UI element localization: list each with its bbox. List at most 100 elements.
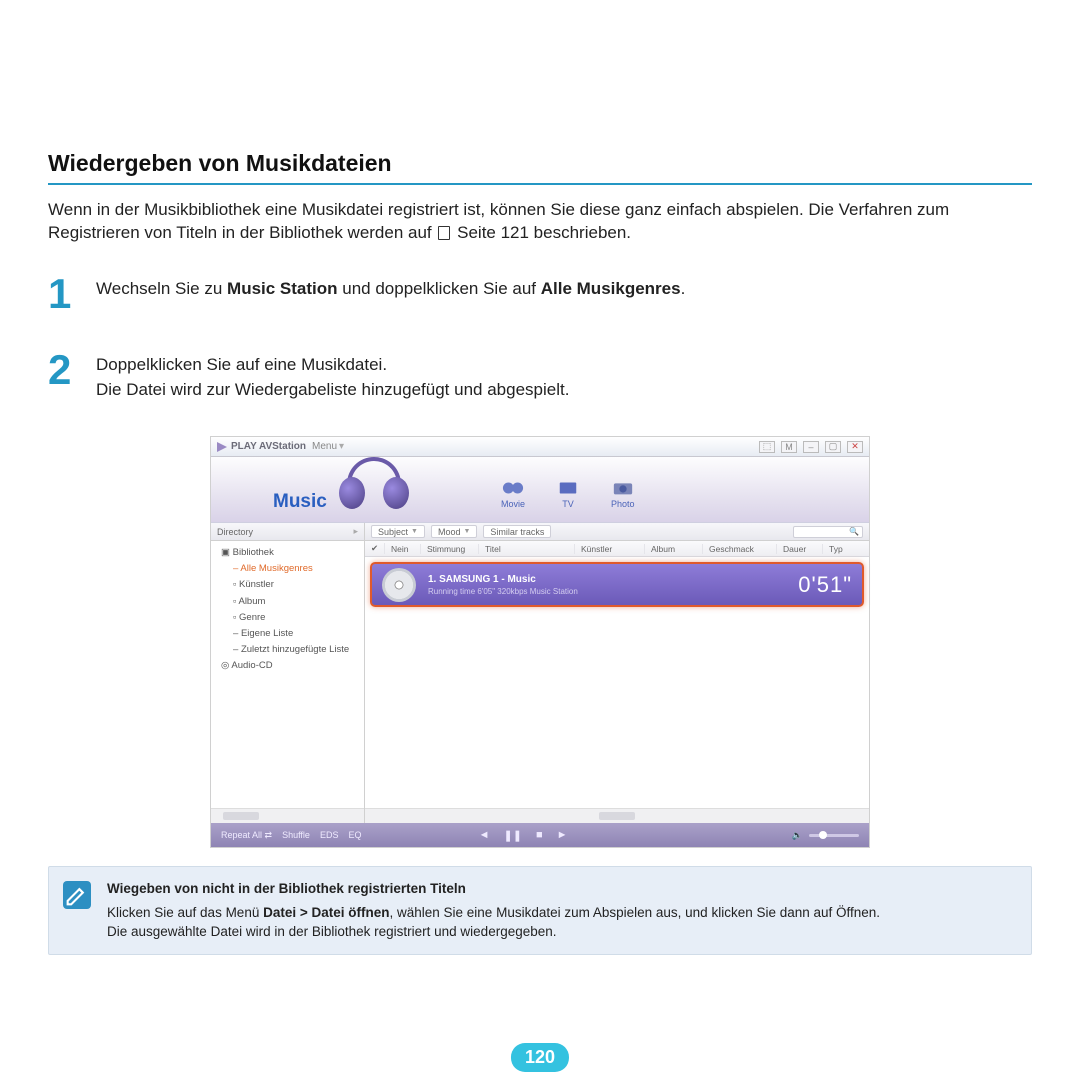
close-button[interactable]: ✕ [847,441,863,453]
step-1-txt-a: Wechseln Sie zu [96,279,227,298]
playback-bar: Repeat All ⇄ Shuffle EDS EQ ◄ ❚❚ ■ ► 🔈 [211,823,869,847]
speaker-icon: 🔈 [792,830,803,841]
tree-artist[interactable]: ▫ Künstler [217,577,358,593]
step-1-txt-c: . [681,279,686,298]
note-body: Wiegeben von nicht in der Bibliothek reg… [107,879,880,942]
tree-audio-cd[interactable]: ◎ Audio-CD [217,658,358,674]
filter-mood[interactable]: Mood▼ [431,525,477,538]
music-heading: Music [273,491,327,513]
sidebar-scrollbar[interactable] [211,808,364,823]
tree-recent[interactable]: – Zuletzt hinzugefügte Liste [217,642,358,658]
col-stimmung[interactable]: Stimmung [421,544,479,554]
step-1-number: 1 [48,273,78,315]
shuffle-button[interactable]: Shuffle [282,830,310,840]
col-geschmack[interactable]: Geschmack [703,544,777,554]
track-title: 1. SAMSUNG 1 - Music [428,574,798,585]
col-check[interactable]: ✔ [365,543,385,554]
next-button[interactable]: ► [557,829,568,842]
sidebar: Directory▸ ▣ Bibliothek – Alle Musikgenr… [211,523,365,823]
step-2-number: 2 [48,349,78,402]
note-l1a: Klicken Sie auf das Menü [107,905,263,920]
volume-control[interactable]: 🔈 [792,830,859,841]
app-logo-icon [217,442,227,452]
note-l1c: , wählen Sie eine Musikdatei zum Abspiel… [390,905,881,920]
avstation-window: PLAY AVStation Menu ▾ ⬚ M – ▢ ✕ Music Mo… [210,436,870,848]
tree-i2-label: Künstler [239,579,274,590]
track-meta: Running time 6'05" 320kbps Music Station [428,587,798,596]
col-kuenstler[interactable]: Künstler [575,544,645,554]
tree-own-list[interactable]: – Eigene Liste [217,626,358,642]
note-title: Wiegeben von nicht in der Bibliothek reg… [107,879,880,899]
step-1-txt-b: und doppelklicken Sie auf [338,279,541,298]
step-2-line-2: Die Datei wird zur Wiedergabeliste hinzu… [96,378,569,403]
note-l1b: Datei > Datei öffnen [263,905,389,920]
titlebar[interactable]: PLAY AVStation Menu ▾ ⬚ M – ▢ ✕ [211,437,869,457]
eds-button[interactable]: EDS [320,830,339,840]
step-1-body: Wechseln Sie zu Music Station und doppel… [96,273,685,315]
tree-all-genres[interactable]: – Alle Musikgenres [217,561,358,577]
page-ref-icon [438,226,450,240]
headphones-icon [339,457,409,519]
now-playing-track[interactable]: 1. SAMSUNG 1 - Music Running time 6'05" … [370,562,864,607]
search-icon: 🔍 [849,527,859,536]
col-typ[interactable]: Typ [823,544,869,554]
chevron-down-icon[interactable]: ▾ [339,441,344,452]
menu-label[interactable]: Menu [312,441,337,452]
filter-similar[interactable]: Similar tracks [483,525,551,538]
step-1: 1 Wechseln Sie zu Music Station und dopp… [48,273,1032,315]
tab-photo[interactable]: Photo [611,479,635,509]
section-title: Wiedergeben von Musikdateien [48,150,1032,185]
filter-similar-label: Similar tracks [490,527,544,537]
tree-i7-label: Audio-CD [231,660,272,671]
tab-movie[interactable]: Movie [501,479,525,509]
tree-i3-label: Album [238,596,265,607]
app-title: PLAY AVStation [231,441,306,452]
col-album[interactable]: Album [645,544,703,554]
tree-root[interactable]: ▣ Bibliothek [217,545,358,561]
info-note: Wiegeben von nicht in der Bibliothek reg… [48,866,1032,955]
tree-i1-label: Alle Musikgenres [240,563,312,574]
scroll-thumb[interactable] [223,812,259,820]
tab-tv[interactable]: TV [557,479,579,509]
step-1-bold-a: Music Station [227,279,338,298]
chevron-down-icon: ▼ [463,528,470,535]
track-time: 0'51" [798,572,852,598]
intro-paragraph: Wenn in der Musikbibliothek eine Musikda… [48,199,1032,245]
search-input[interactable]: 🔍 [793,526,863,538]
step-2-body: Doppelklicken Sie auf eine Musikdatei. D… [96,349,569,402]
filter-subject[interactable]: Subject▼ [371,525,425,538]
tree-i4-label: Genre [239,612,265,623]
tree-genre[interactable]: ▫ Genre [217,610,358,626]
eq-button[interactable]: EQ [348,830,361,840]
window-btn-2[interactable]: M [781,441,797,453]
content-scrollbar[interactable] [365,808,869,823]
column-headers: ✔ Nein Stimmung Titel Künstler Album Ges… [365,541,869,557]
volume-slider[interactable] [809,834,859,837]
tree-album[interactable]: ▫ Album [217,594,358,610]
window-btn-1[interactable]: ⬚ [759,441,775,453]
maximize-button[interactable]: ▢ [825,441,841,453]
tree-i5-label: Eigene Liste [241,628,293,639]
volume-knob[interactable] [819,831,827,839]
note-line-2: Die ausgewählte Datei wird in der Biblio… [107,922,880,942]
page-number: 120 [511,1043,569,1072]
col-dauer[interactable]: Dauer [777,544,823,554]
intro-text-b: Seite 121 beschrieben. [457,223,631,242]
repeat-button[interactable]: Repeat All ⇄ [221,830,272,841]
step-1-bold-b: Alle Musikgenres [541,279,681,298]
col-titel[interactable]: Titel [479,544,575,554]
scroll-thumb[interactable] [599,812,635,820]
tab-tv-label: TV [562,499,574,509]
minimize-button[interactable]: – [803,441,819,453]
filter-bar: Subject▼ Mood▼ Similar tracks 🔍 [365,523,869,541]
stop-button[interactable]: ■ [536,829,543,842]
col-nein[interactable]: Nein [385,544,421,554]
directory-header[interactable]: Directory▸ [211,523,364,541]
pause-button[interactable]: ❚❚ [504,829,522,842]
window-controls: ⬚ M – ▢ ✕ [759,441,863,453]
tab-movie-label: Movie [501,499,525,509]
note-line-1: Klicken Sie auf das Menü Datei > Datei ö… [107,903,880,923]
prev-button[interactable]: ◄ [479,829,490,842]
chevron-down-icon: ▼ [411,528,418,535]
directory-label: Directory [217,527,253,537]
